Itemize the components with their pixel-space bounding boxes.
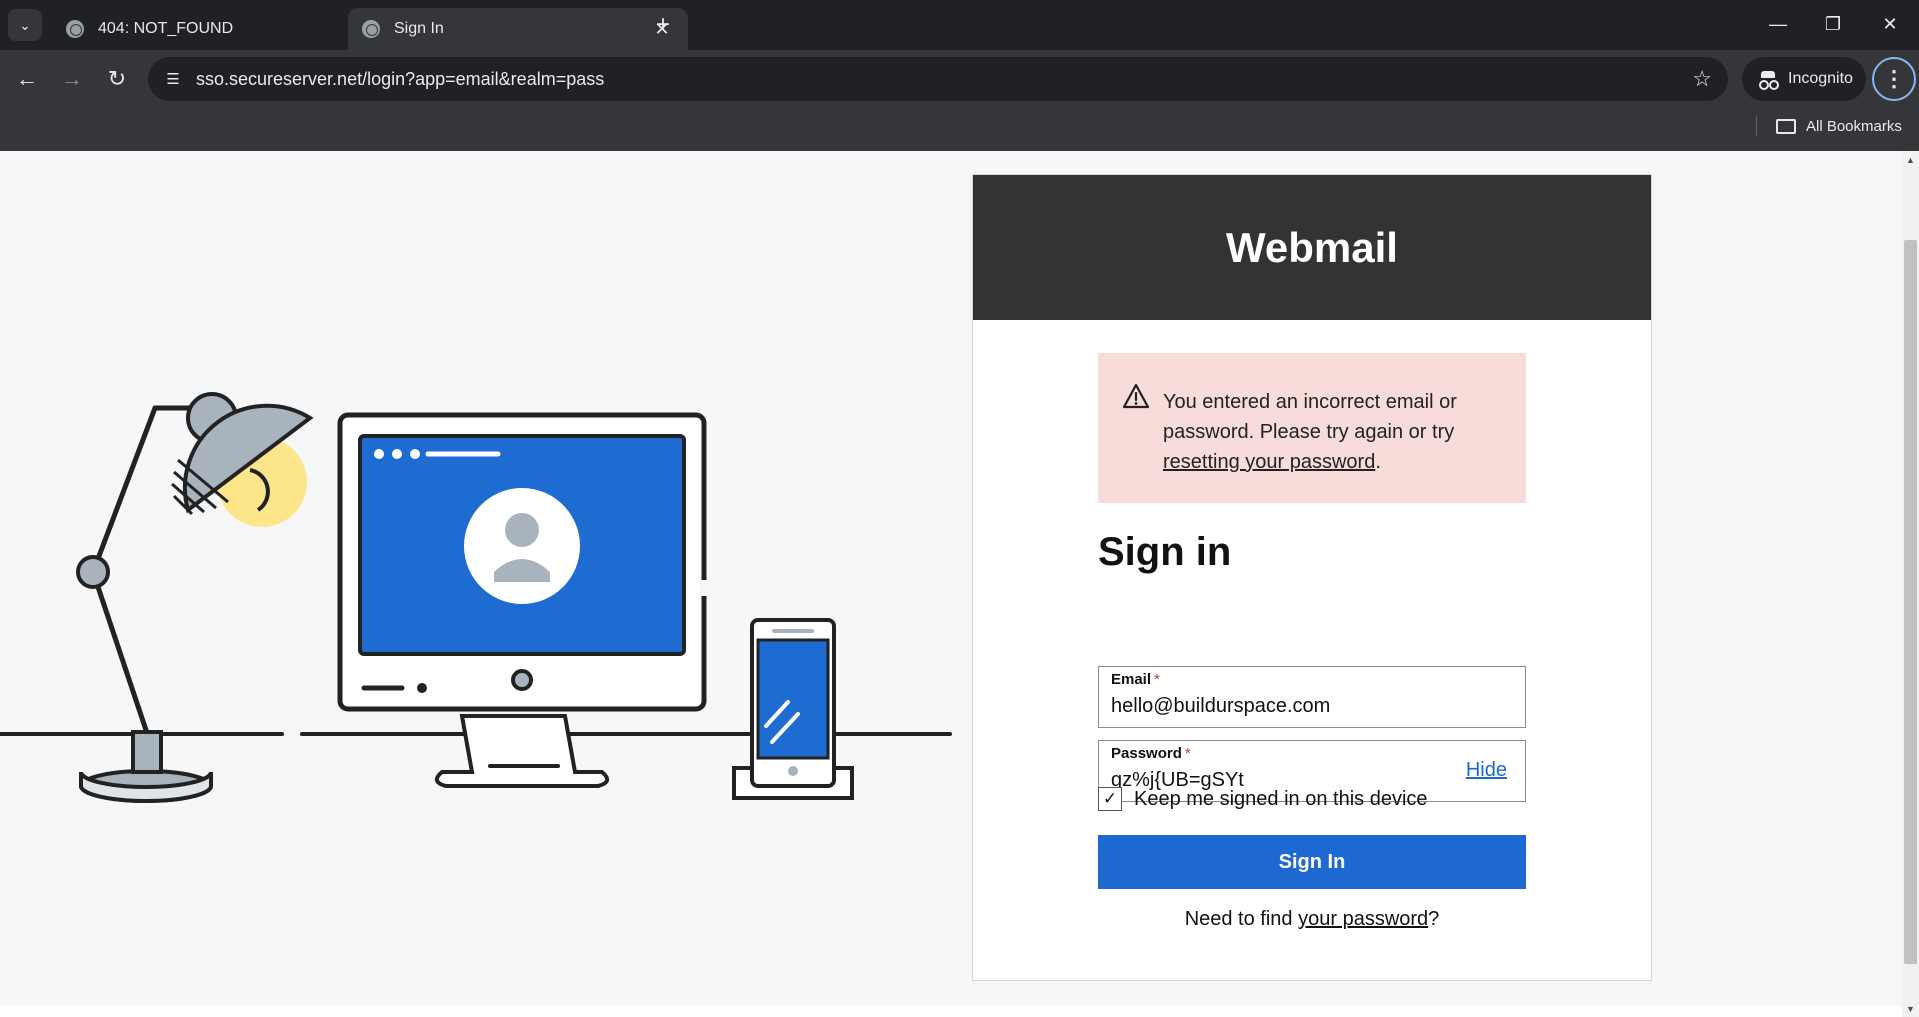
folder-icon [1776, 118, 1796, 134]
check-icon: ✓ [1102, 789, 1118, 808]
back-icon[interactable]: ← [10, 62, 44, 96]
alert-text: You entered an incorrect email or passwo… [1163, 391, 1457, 443]
new-tab-button[interactable]: + [648, 10, 678, 40]
globe-icon [66, 20, 84, 38]
password-label: Password * [1111, 745, 1191, 762]
keep-signed-in-checkbox[interactable]: ✓ [1098, 787, 1122, 811]
sign-in-button[interactable]: Sign In [1098, 835, 1526, 889]
keep-signed-in[interactable]: ✓ Keep me signed in on this device [1098, 787, 1428, 811]
page-bottom-edge [0, 1006, 1902, 1017]
globe-icon [362, 20, 380, 38]
scroll-down-icon[interactable]: ▼ [1902, 1000, 1919, 1017]
site-info-icon[interactable]: ☰ [162, 68, 184, 90]
warning-icon [1122, 383, 1150, 409]
error-alert: You entered an incorrect email or passwo… [1098, 353, 1526, 503]
keep-signed-in-label: Keep me signed in on this device [1134, 787, 1428, 810]
incognito-label: Incognito [1788, 70, 1853, 87]
password-label-text: Password [1111, 745, 1182, 762]
scroll-up-icon[interactable]: ▲ [1902, 151, 1919, 168]
desk-illustration [0, 392, 952, 803]
tab-404[interactable]: 404: NOT_FOUND ✕ [52, 8, 392, 50]
restore-icon[interactable]: ❐ [1815, 6, 1851, 42]
hide-password-button[interactable]: Hide [1466, 759, 1507, 782]
alert-suffix: . [1375, 451, 1381, 473]
incognito-indicator[interactable]: Incognito [1742, 57, 1866, 101]
tab-title: Sign In [394, 20, 444, 37]
more-menu-icon[interactable]: ⋮ [1872, 57, 1916, 101]
find-password-prefix: Need to find [1184, 908, 1299, 930]
email-field[interactable]: Email * [1098, 666, 1526, 728]
email-input[interactable] [1111, 695, 1451, 718]
tab-sign-in[interactable]: Sign In ✕ [348, 8, 688, 50]
card-header: Webmail [973, 175, 1651, 320]
bookmarks-divider [1756, 116, 1757, 136]
email-label: Email * [1111, 671, 1160, 688]
reset-password-link[interactable]: resetting your password [1163, 451, 1375, 473]
tab-title: 404: NOT_FOUND [98, 20, 234, 37]
lamp-icon [76, 392, 314, 803]
required-marker: * [1184, 745, 1191, 762]
url-text: sso.secureserver.net/login?app=email&rea… [196, 68, 605, 89]
all-bookmarks-label: All Bookmarks [1806, 117, 1902, 135]
reload-icon[interactable]: ↻ [100, 62, 134, 96]
address-bar[interactable]: ☰ sso.secureserver.net/login?app=email&r… [148, 57, 1728, 101]
webmail-title: Webmail [1226, 223, 1398, 271]
find-password-link[interactable]: your password [1298, 908, 1428, 930]
window-close-icon[interactable]: ✕ [1872, 6, 1908, 42]
bookmark-star-icon[interactable]: ☆ [1692, 66, 1712, 92]
find-password-text: Need to find your password? [1098, 908, 1526, 931]
tab-strip: ⌄ 404: NOT_FOUND ✕ Sign In ✕ + — ❐ ✕ [0, 0, 1919, 50]
phone-icon [732, 618, 854, 800]
incognito-icon [1758, 71, 1778, 90]
find-password-suffix: ? [1428, 908, 1440, 930]
tab-search-button[interactable]: ⌄ [8, 9, 42, 41]
required-marker: * [1154, 671, 1160, 688]
email-label-text: Email [1111, 671, 1152, 688]
login-card: Webmail You entered an incorrect email o… [972, 174, 1652, 981]
sign-in-heading: Sign in [1098, 530, 1232, 574]
forward-icon[interactable]: → [55, 62, 89, 96]
scrollbar-thumb[interactable] [1904, 240, 1917, 964]
minimize-icon[interactable]: — [1760, 6, 1796, 42]
monitor-icon [337, 412, 708, 788]
all-bookmarks-button[interactable]: All Bookmarks [1776, 112, 1902, 140]
chevron-down-icon: ⌄ [19, 16, 31, 33]
